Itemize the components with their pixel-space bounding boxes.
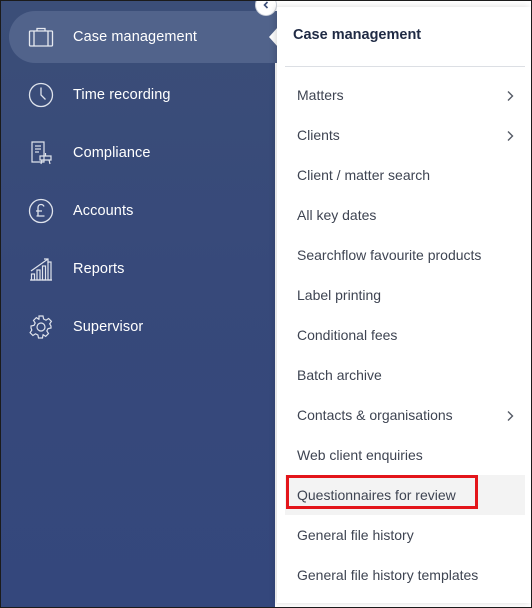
menu-item-searchflow-favourite-products[interactable]: Searchflow favourite products xyxy=(285,235,525,275)
sidebar-item-label: Time recording xyxy=(73,87,171,103)
menu-item-label: Web client enquiries xyxy=(297,447,423,463)
menu-item-web-client-enquiries[interactable]: Web client enquiries xyxy=(285,435,525,475)
menu-item-all-key-dates[interactable]: All key dates xyxy=(285,195,525,235)
menu-item-label: Conditional fees xyxy=(297,327,398,343)
menu-item-matters[interactable]: Matters xyxy=(285,75,525,115)
sidebar: Case management Time recording Complianc… xyxy=(1,1,279,607)
menu-item-label: Searchflow favourite products xyxy=(297,247,482,263)
menu-item-label: Matters xyxy=(297,87,344,103)
menu-item-general-file-history-templates[interactable]: General file history templates xyxy=(285,555,525,595)
chevron-left-icon xyxy=(261,1,271,10)
menu-item-contacts-organisations[interactable]: Contacts & organisations xyxy=(285,395,525,435)
menu-item-conditional-fees[interactable]: Conditional fees xyxy=(285,315,525,355)
briefcase-icon xyxy=(27,23,55,51)
menu-item-label: Client / matter search xyxy=(297,167,431,183)
chevron-right-icon xyxy=(505,89,515,101)
sidebar-item-time-recording[interactable]: Time recording xyxy=(9,69,279,121)
sidebar-item-supervisor[interactable]: Supervisor xyxy=(9,301,279,353)
chevron-right-icon xyxy=(505,129,515,141)
compliance-document-icon xyxy=(27,139,55,167)
menu-item-label-printing[interactable]: Label printing xyxy=(285,275,525,315)
menu-item-label: General file history xyxy=(297,527,414,543)
menu-item-label: All key dates xyxy=(297,207,377,223)
menu-item-client-matter-search[interactable]: Client / matter search xyxy=(285,155,525,195)
sidebar-item-label: Compliance xyxy=(73,145,151,161)
flyout-title: Case management xyxy=(293,27,422,43)
sidebar-item-compliance[interactable]: Compliance xyxy=(9,127,279,179)
app-frame: Case management Time recording Complianc… xyxy=(0,0,532,608)
bar-chart-icon xyxy=(27,255,55,283)
sidebar-item-label: Supervisor xyxy=(73,319,144,335)
menu-item-questionnaires-for-review[interactable]: Questionnaires for review xyxy=(285,475,525,515)
case-management-flyout-menu: Case management Matters Clients Client /… xyxy=(277,7,531,603)
menu-item-batch-archive[interactable]: Batch archive xyxy=(285,355,525,395)
menu-item-label: Batch archive xyxy=(297,367,382,383)
sidebar-item-case-management[interactable]: Case management xyxy=(9,11,279,63)
pound-coin-icon xyxy=(27,197,55,225)
sidebar-item-label: Case management xyxy=(73,29,198,45)
divider xyxy=(285,66,525,67)
clock-icon xyxy=(27,81,55,109)
gear-icon xyxy=(27,313,55,341)
chevron-right-icon xyxy=(505,409,515,421)
menu-item-label: Clients xyxy=(297,127,340,143)
menu-item-label: Contacts & organisations xyxy=(297,407,453,423)
menu-item-label: Questionnaires for review xyxy=(297,487,456,503)
sidebar-item-accounts[interactable]: Accounts xyxy=(9,185,279,237)
sidebar-item-label: Accounts xyxy=(73,203,134,219)
menu-item-general-file-history[interactable]: General file history xyxy=(285,515,525,555)
sidebar-item-label: Reports xyxy=(73,261,125,277)
sidebar-item-reports[interactable]: Reports xyxy=(9,243,279,295)
menu-item-label: Label printing xyxy=(297,287,382,303)
menu-item-label: General file history templates xyxy=(297,567,479,583)
menu-item-clients[interactable]: Clients xyxy=(285,115,525,155)
